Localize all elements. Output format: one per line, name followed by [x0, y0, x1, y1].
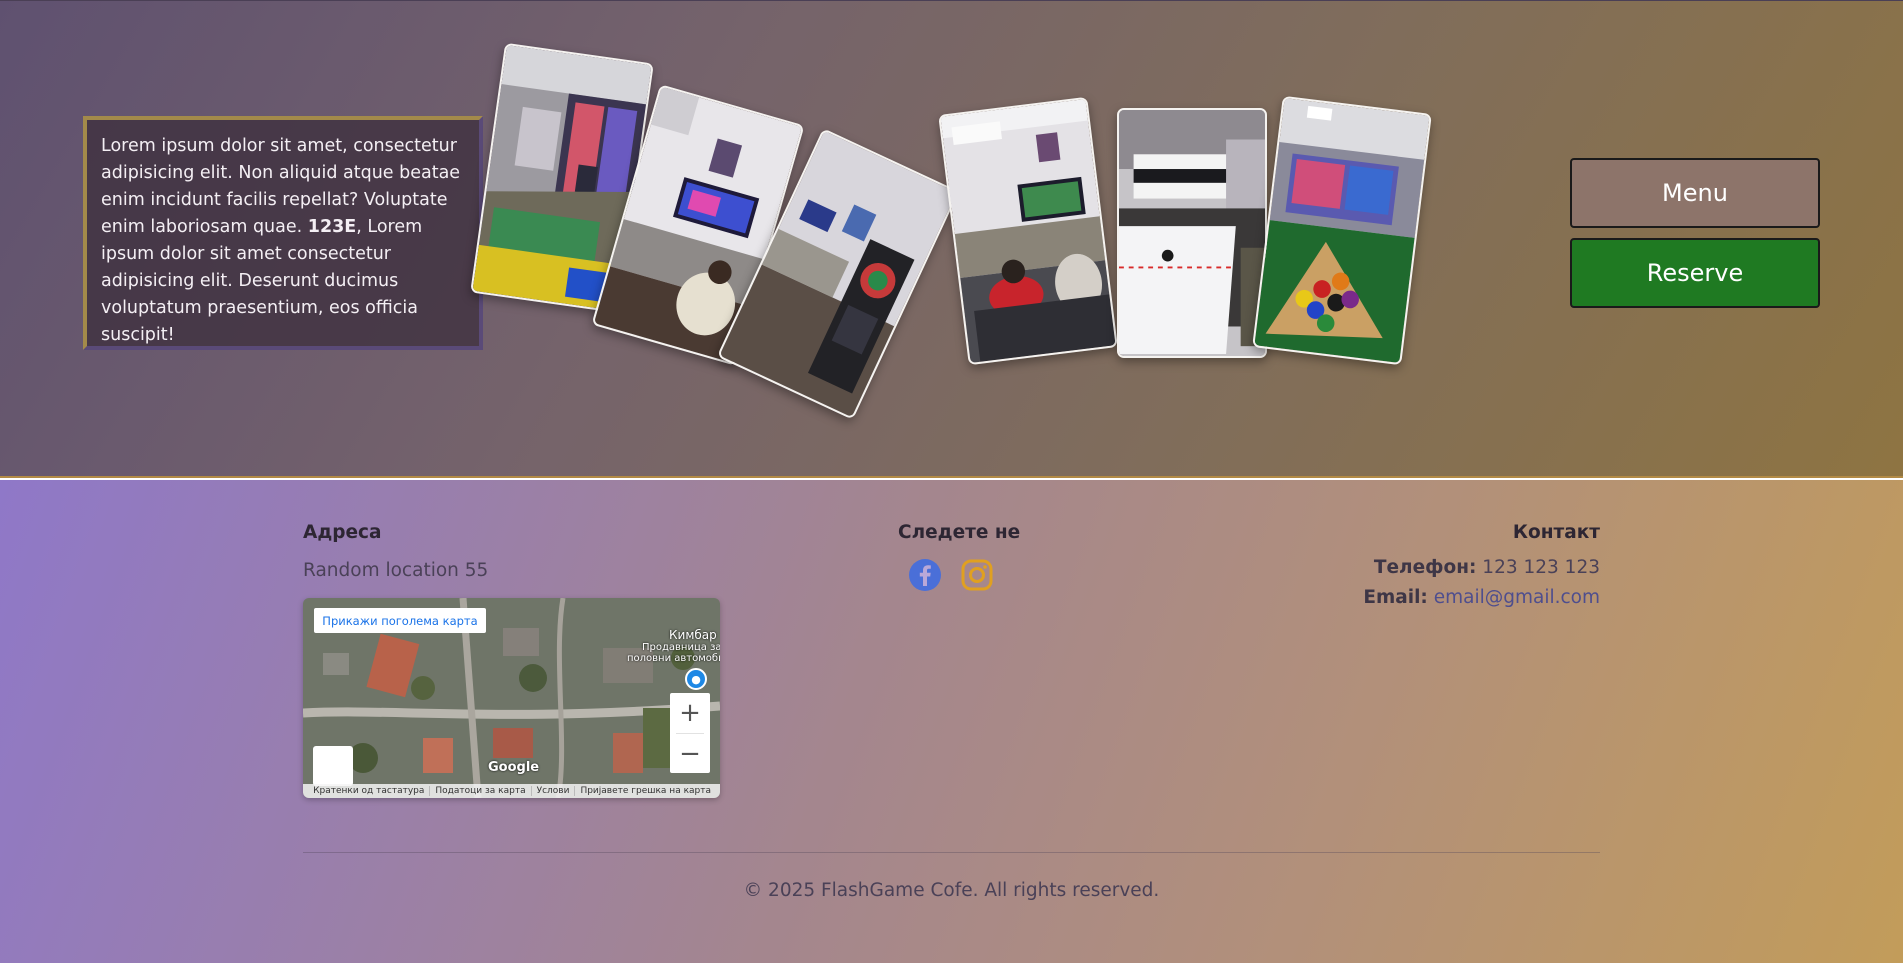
- phone-label: Телефон:: [1373, 557, 1477, 578]
- menu-button[interactable]: Menu: [1570, 158, 1820, 228]
- address-text: Random location 55: [303, 560, 489, 581]
- email-link[interactable]: email@gmail.com: [1434, 587, 1600, 608]
- map-zoom-controls: + −: [670, 693, 710, 773]
- phone-value[interactable]: 123 123 123: [1482, 557, 1600, 578]
- facebook-icon[interactable]: [908, 558, 942, 592]
- photo-players-watching-tv[interactable]: [938, 96, 1118, 366]
- intro-text-box: Lorem ipsum dolor sit amet, consectetur …: [83, 116, 483, 350]
- address-title: Адреса: [303, 522, 382, 543]
- follow-title: Следете не: [898, 522, 1021, 543]
- footer: Адреса Random location 55 Прикажи поголе…: [0, 480, 1903, 963]
- map-attribution-bar: Кратенки од тастатура Податоци за карта …: [303, 784, 720, 798]
- instagram-icon[interactable]: [960, 558, 994, 592]
- map-location-pin-icon[interactable]: ●: [685, 668, 707, 690]
- photo-billiard-balls[interactable]: [1252, 95, 1432, 366]
- photo-air-hockey-table[interactable]: [1117, 108, 1267, 358]
- copyright-text: © 2025 FlashGame Cofe. All rights reserv…: [743, 880, 1160, 901]
- google-logo: Google: [488, 760, 540, 775]
- embedded-map[interactable]: Прикажи поголема карта Кимбар Продавница…: [303, 598, 720, 798]
- map-data-link[interactable]: Податоци за карта: [429, 786, 530, 796]
- contact-title: Контакт: [1512, 522, 1600, 543]
- zoom-in-button[interactable]: +: [670, 693, 710, 733]
- intro-highlight: 123E: [307, 217, 357, 237]
- map-layer-toggle[interactable]: [313, 746, 353, 786]
- map-terms-link[interactable]: Услови: [530, 786, 575, 796]
- map-place-label-3: половни автомобили: [627, 653, 720, 664]
- contact-email: Email: email@gmail.com: [1363, 587, 1600, 608]
- map-keyboard-shortcuts-link[interactable]: Кратенки од тастатура: [308, 786, 429, 796]
- zoom-out-button[interactable]: −: [670, 734, 710, 774]
- reserve-button[interactable]: Reserve: [1570, 238, 1820, 308]
- contact-phone: Телефон: 123 123 123: [1374, 557, 1600, 578]
- larger-map-link[interactable]: Прикажи поголема карта: [314, 608, 486, 633]
- map-place-label-2: Продавница за: [642, 642, 720, 653]
- email-label: Email:: [1363, 587, 1428, 608]
- map-place-label-1: Кимбар: [669, 628, 717, 642]
- hero-section: Lorem ipsum dolor sit amet, consectetur …: [0, 0, 1903, 478]
- map-report-error-link[interactable]: Пријавете грешка на карта: [574, 786, 716, 796]
- footer-divider: [303, 852, 1600, 853]
